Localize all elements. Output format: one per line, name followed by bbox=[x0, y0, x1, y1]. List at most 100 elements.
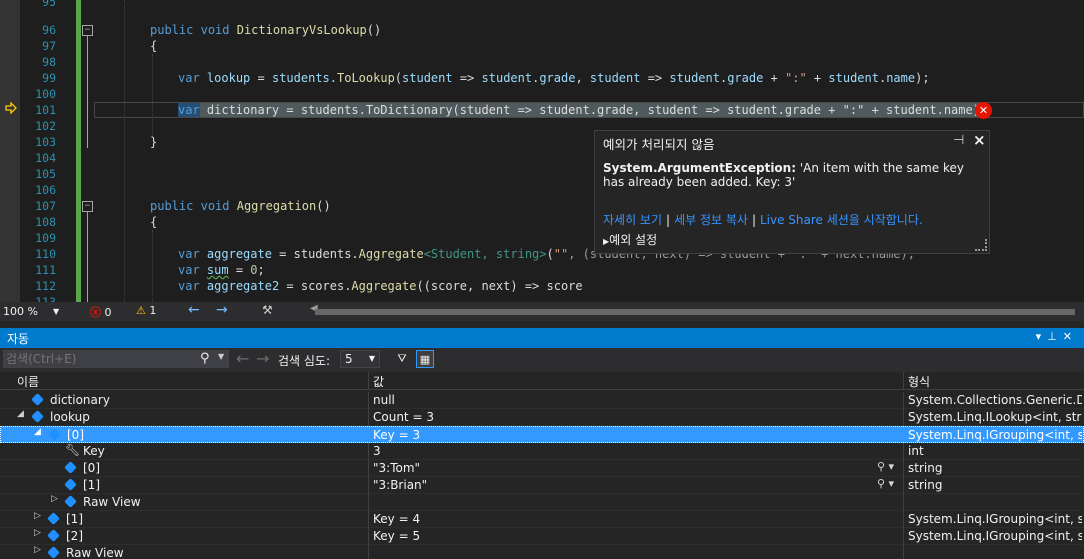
row-value: Key = 4 bbox=[373, 512, 421, 526]
zoom-dropdown[interactable]: 100 % ▼ bbox=[3, 304, 61, 319]
pin-icon[interactable]: ⊥ bbox=[1047, 330, 1063, 343]
view-details-link[interactable]: 자세히 보기 bbox=[603, 213, 662, 227]
table-row[interactable]: dictionary null System.Collections.Gener… bbox=[0, 392, 1084, 409]
code-line[interactable]: } bbox=[150, 134, 157, 150]
column-divider bbox=[903, 528, 904, 545]
search-input[interactable] bbox=[6, 351, 196, 367]
search-box[interactable]: ⚲ ▼ bbox=[3, 350, 229, 368]
collapse-triangle-icon[interactable]: ◢ bbox=[17, 409, 24, 419]
exception-settings-toggle[interactable]: ▶예외 설정 bbox=[603, 231, 657, 248]
panel-title-bar[interactable]: 자동 ▾⊥✕ bbox=[0, 328, 1084, 348]
copy-details-link[interactable]: 세부 정보 복사 bbox=[674, 213, 748, 227]
line-number: 107 bbox=[35, 199, 56, 213]
dropdown-icon[interactable]: ▾ bbox=[1036, 330, 1048, 343]
brush-icon[interactable]: ⚒ bbox=[262, 303, 273, 317]
search-depth-select[interactable]: 5 ▼ bbox=[340, 350, 380, 368]
close-icon[interactable]: ✕ bbox=[1063, 330, 1078, 343]
navigate-forward-icon[interactable]: → bbox=[216, 302, 228, 318]
line-number: 109 bbox=[35, 231, 56, 245]
collapse-icon[interactable]: − bbox=[82, 25, 93, 36]
search-icon[interactable]: ⚲ bbox=[200, 351, 210, 366]
navigate-back-icon[interactable]: ← bbox=[188, 302, 200, 318]
expand-triangle-icon[interactable]: ▷ bbox=[34, 545, 41, 555]
column-header-type[interactable]: 형식 bbox=[908, 373, 930, 390]
indent-guide bbox=[152, 230, 153, 302]
search-previous-icon[interactable]: ← bbox=[236, 349, 249, 368]
table-row[interactable]: ▷ Raw View bbox=[0, 494, 1084, 511]
code-token: ((score, next) => score bbox=[416, 279, 583, 293]
table-row[interactable]: ◢ lookup Count = 3 System.Linq.ILookup<i… bbox=[0, 409, 1084, 426]
error-count[interactable]: ⓧ 0 bbox=[90, 304, 112, 320]
line-number: 96 bbox=[42, 23, 56, 37]
code-editor[interactable]: 95 96 97 98 99 100 101 102 103 104 105 1… bbox=[0, 0, 1084, 302]
panel-toolbar: ⚲ ▼ ← → 검색 심도: 5▼ ⛛ ▦ bbox=[0, 348, 1084, 372]
row-type: string bbox=[908, 478, 943, 492]
warning-count[interactable]: ⚠ 1 bbox=[136, 304, 156, 317]
wrench-icon: 🔧︎ bbox=[65, 443, 81, 457]
current-statement-line[interactable]: var dictionary = students.ToDictionary(s… bbox=[178, 102, 988, 118]
line-number: 100 bbox=[35, 87, 56, 101]
column-divider bbox=[903, 545, 904, 559]
code-token: = scores. bbox=[279, 279, 352, 293]
hex-display-icon[interactable]: ▦ bbox=[416, 350, 434, 368]
editor-bottom-bar: 100 % ▼ ⓧ 0 ⚠ 1 ← → ⚒ ◀ bbox=[0, 302, 1084, 321]
chevron-down-icon: ▼ bbox=[53, 307, 60, 316]
exception-helper-popup[interactable]: 예외가 처리되지 않음 ⊣ × System.ArgumentException… bbox=[594, 130, 990, 254]
table-row-selected[interactable]: ◢ [0] Key = 3 System.Linq.IGrouping<int,… bbox=[0, 426, 1084, 443]
column-divider bbox=[903, 511, 904, 528]
expand-triangle-icon[interactable]: ▷ bbox=[51, 494, 58, 504]
column-header-value[interactable]: 값 bbox=[373, 373, 384, 390]
code-line[interactable]: var lookup = students.ToLookup(student =… bbox=[178, 70, 930, 86]
outline-line bbox=[87, 36, 88, 148]
collapse-triangle-icon[interactable]: ◢ bbox=[34, 427, 41, 437]
text-visualizer-icon[interactable]: ⚲ ▾ bbox=[877, 477, 894, 490]
table-row[interactable]: [0] "3:Tom" ⚲ ▾ string bbox=[0, 460, 1084, 477]
line-number: 106 bbox=[35, 183, 56, 197]
code-token: = bbox=[228, 263, 251, 277]
indicator-margin[interactable] bbox=[0, 0, 20, 302]
type-arguments: <Student, string> bbox=[423, 247, 547, 261]
chevron-down-icon[interactable]: ▼ bbox=[218, 352, 224, 361]
table-row[interactable]: 🔧︎ Key 3 int bbox=[0, 443, 1084, 460]
horizontal-scrollbar[interactable] bbox=[315, 309, 1075, 315]
resize-grip-icon[interactable] bbox=[975, 239, 987, 251]
method-name: Aggregate bbox=[358, 247, 424, 261]
expand-triangle-icon[interactable]: ▷ bbox=[34, 511, 41, 521]
column-divider[interactable] bbox=[368, 372, 369, 389]
row-name: dictionary bbox=[50, 393, 110, 407]
row-value: null bbox=[373, 393, 395, 407]
filter-icon[interactable]: ⛛ bbox=[393, 350, 411, 368]
variable-name: sum bbox=[206, 263, 229, 277]
row-name: [1] bbox=[83, 478, 100, 492]
search-next-icon[interactable]: → bbox=[256, 349, 269, 368]
group-icon bbox=[48, 428, 61, 441]
table-row[interactable]: ▷ [1] Key = 4 System.Linq.IGrouping<int,… bbox=[0, 511, 1084, 528]
code-line[interactable]: public void Aggregation() bbox=[150, 198, 331, 214]
table-row[interactable]: ▷ Raw View bbox=[0, 545, 1084, 559]
collapse-icon[interactable]: − bbox=[82, 201, 93, 212]
pin-icon[interactable]: ⊣ bbox=[953, 133, 964, 148]
table-row[interactable]: [1] "3:Brian" ⚲ ▾ string bbox=[0, 477, 1084, 494]
close-icon[interactable]: × bbox=[973, 131, 986, 149]
code-line[interactable]: var aggregate2 = scores.Aggregate((score… bbox=[178, 278, 583, 294]
row-name: Key bbox=[83, 444, 105, 458]
live-share-link[interactable]: Live Share 세션을 시작합니다. bbox=[760, 213, 923, 227]
row-name: Raw View bbox=[66, 546, 124, 559]
link-separator: | bbox=[751, 213, 756, 227]
line-number: 113 bbox=[35, 295, 56, 302]
row-type: System.Linq.IGrouping<int, stri... bbox=[908, 512, 1082, 526]
column-header-name[interactable]: 이름 bbox=[17, 373, 39, 390]
warning-icon: ⚠ bbox=[136, 304, 146, 317]
column-divider[interactable] bbox=[903, 372, 904, 389]
table-row[interactable]: ▷ [2] Key = 5 System.Linq.IGrouping<int,… bbox=[0, 528, 1084, 545]
highlighted-statement: dictionary = students.ToDictionary(stude… bbox=[199, 103, 988, 117]
row-type: System.Collections.Generic.Dic... bbox=[908, 393, 1082, 407]
code-line[interactable]: public void DictionaryVsLookup() bbox=[150, 22, 381, 38]
expand-triangle-icon[interactable]: ▷ bbox=[34, 528, 41, 538]
code-line[interactable]: var sum = 0; bbox=[178, 262, 265, 278]
code-line[interactable]: { bbox=[150, 214, 157, 230]
text-visualizer-icon[interactable]: ⚲ ▾ bbox=[877, 460, 894, 473]
row-type: string bbox=[908, 461, 943, 475]
error-icon[interactable]: ✕ bbox=[975, 102, 992, 119]
code-line[interactable]: { bbox=[150, 38, 157, 54]
